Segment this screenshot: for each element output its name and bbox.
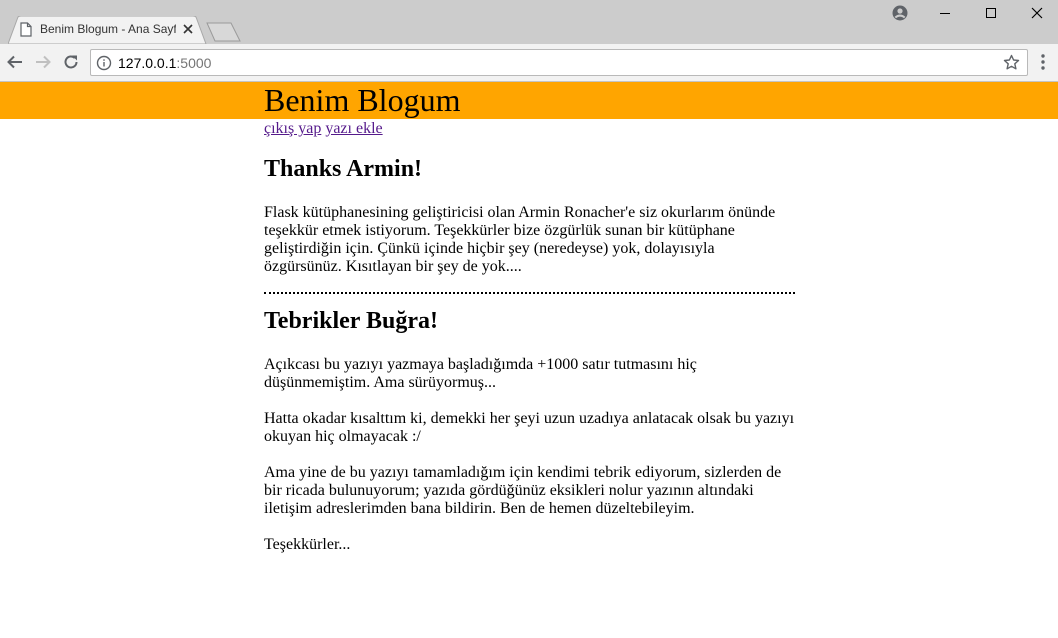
minimize-button[interactable]	[922, 0, 968, 26]
post-entry: Tebrikler Buğra! Açıkcası bu yazıyı yazm…	[264, 306, 795, 554]
new-tab-button[interactable]	[206, 22, 242, 42]
post-paragraph: Açıkcası bu yazıyı yazmaya başladığımda …	[264, 356, 697, 391]
browser-toolbar: 127.0.0.1:5000	[0, 44, 1058, 82]
close-window-button[interactable]	[1014, 0, 1058, 26]
profile-icon[interactable]	[892, 5, 908, 21]
post-paragraph: Flask kütüphanesining geliştiricisi olan…	[264, 204, 776, 275]
address-bar[interactable]: 127.0.0.1:5000	[90, 49, 1028, 76]
maximize-icon	[986, 8, 996, 18]
browser-tab[interactable]: Benim Blogum - Ana Sayfa	[8, 16, 207, 44]
post-body: Açıkcası bu yazıyı yazmaya başladığımda …	[264, 356, 795, 554]
site-nav: çıkış yap yazı ekle	[264, 119, 383, 139]
url-host: 127.0.0.1	[118, 55, 177, 71]
post-paragraph: Teşekkürler...	[264, 536, 351, 553]
post-paragraph: Hatta okadar kısalttım ki, demekki her ş…	[264, 410, 795, 445]
url-text[interactable]: 127.0.0.1:5000	[118, 55, 211, 71]
close-tab-icon[interactable]	[182, 22, 194, 36]
minimize-icon	[940, 13, 950, 14]
post-paragraph: Ama yine de bu yazıyı tamamladığım için …	[264, 464, 782, 517]
tab-title: Benim Blogum - Ana Sayfa	[40, 22, 176, 36]
post-separator	[264, 292, 795, 294]
forward-arrow-icon[interactable]	[34, 53, 52, 71]
url-port: :5000	[176, 55, 212, 71]
more-options-icon[interactable]	[1036, 53, 1050, 71]
close-icon	[1031, 7, 1043, 19]
logout-link[interactable]: çıkış yap	[264, 120, 321, 137]
post-body: Flask kütüphanesining geliştiricisi olan…	[264, 204, 795, 276]
back-arrow-icon[interactable]	[6, 53, 24, 71]
browser-title-bar: Benim Blogum - Ana Sayfa	[0, 0, 1058, 44]
posts-list: Thanks Armin! Flask kütüphanesining geli…	[264, 148, 795, 554]
maximize-button[interactable]	[968, 0, 1014, 26]
add-post-link[interactable]: yazı ekle	[325, 120, 382, 137]
bookmark-star-icon[interactable]	[1003, 54, 1020, 71]
post-title: Thanks Armin!	[264, 156, 423, 182]
info-icon[interactable]	[96, 55, 112, 71]
post-entry: Thanks Armin! Flask kütüphanesining geli…	[264, 154, 795, 276]
post-title: Tebrikler Buğra!	[264, 308, 439, 334]
reload-icon[interactable]	[62, 53, 80, 71]
site-title: Benim Blogum	[264, 82, 461, 118]
site-header-banner: Benim Blogum	[0, 82, 1058, 119]
document-icon	[20, 22, 32, 37]
web-page: Benim Blogum çıkış yap yazı ekle Thanks …	[0, 82, 1058, 638]
